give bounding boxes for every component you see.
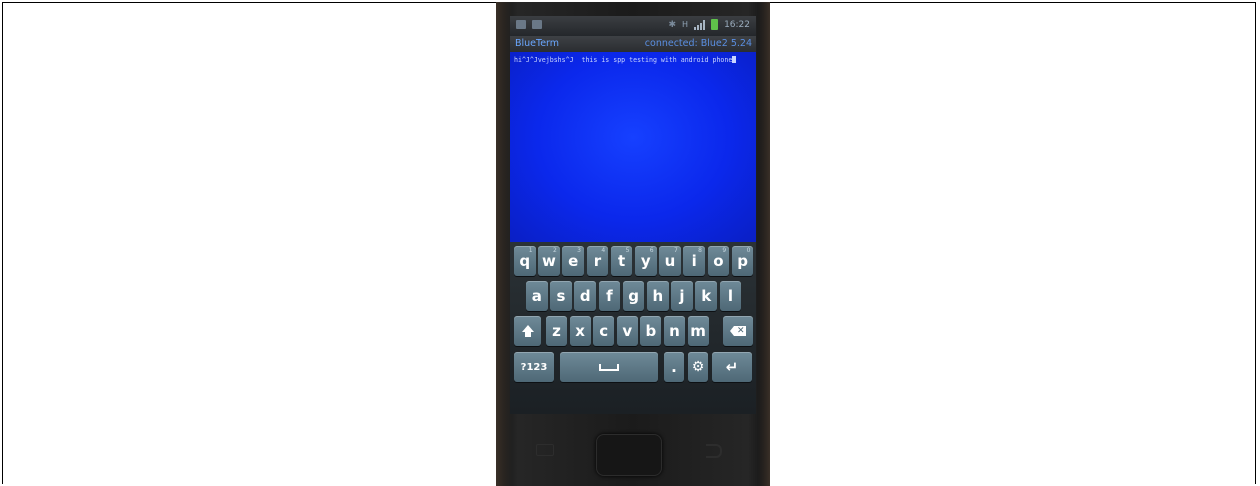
key-hint: 5 — [625, 247, 630, 254]
phone-bottom-bezel — [510, 414, 756, 486]
key-hint: 6 — [649, 247, 654, 254]
key-a[interactable]: a — [526, 281, 548, 311]
terminal-area[interactable]: hi^J^Jvejbshs^J this is spp testing with… — [510, 52, 756, 242]
status-time: 16:22 — [724, 19, 750, 30]
connection-status: connected: Blue2 5.24 — [644, 38, 752, 49]
key-c[interactable]: c — [593, 316, 615, 346]
key-f[interactable]: f — [598, 281, 621, 311]
key-o[interactable]: o9 — [707, 246, 730, 276]
key-s[interactable]: s — [550, 281, 572, 311]
menu-button[interactable] — [536, 444, 554, 456]
phone-body: ✱ H 16:22 BlueTerm connected: Blue2 5.24… — [496, 2, 770, 486]
shift-icon — [521, 324, 534, 337]
key-t[interactable]: t5 — [610, 246, 633, 276]
camera-icon — [532, 20, 542, 29]
key-hint: 9 — [722, 247, 727, 254]
symbols-key[interactable]: ?123 — [514, 352, 554, 382]
backspace-key[interactable]: ✕ — [723, 316, 753, 346]
app-title-bar: BlueTerm connected: Blue2 5.24 — [510, 36, 756, 52]
key-u[interactable]: u7 — [659, 246, 681, 276]
key-l[interactable]: l — [719, 281, 742, 311]
settings-gear-icon: ⚙ — [691, 359, 705, 375]
key-hint: 3 — [577, 247, 581, 254]
key-hint: 0 — [746, 247, 751, 254]
space-key[interactable] — [560, 352, 658, 382]
keyboard-row-4: ?123 . ⚙ ↵ — [510, 352, 756, 386]
key-k[interactable]: k — [695, 281, 717, 311]
h-network-icon: H — [682, 19, 689, 29]
enter-key[interactable]: ↵ — [712, 352, 752, 382]
home-button[interactable] — [596, 434, 662, 476]
space-icon — [599, 363, 619, 371]
status-bar: ✱ H 16:22 — [510, 16, 756, 36]
app-title: BlueTerm — [515, 38, 560, 49]
soft-keyboard: q1w2e3r4t5y6u7i8o9p0 asdfghjkl ✕ zxcvbnm… — [510, 242, 756, 414]
key-w[interactable]: w2 — [538, 246, 560, 276]
key-n[interactable]: n — [664, 316, 685, 346]
key-label: r — [593, 252, 602, 270]
key-m[interactable]: m — [687, 316, 709, 346]
key-label: i — [691, 252, 697, 270]
key-p[interactable]: p0 — [731, 246, 754, 276]
terminal-output: hi^J^Jvejbshs^J this is spp testing with… — [514, 56, 752, 64]
key-g[interactable]: g — [622, 281, 645, 311]
key-label: p — [737, 252, 748, 270]
enter-icon: ↵ — [725, 358, 739, 376]
bluetooth-icon: ✱ — [668, 19, 677, 30]
key-hint: 4 — [601, 247, 606, 254]
period-key[interactable]: . — [664, 352, 684, 382]
key-label: u — [664, 252, 676, 270]
key-r[interactable]: r4 — [586, 246, 609, 276]
key-z[interactable]: z — [546, 316, 567, 346]
key-y[interactable]: y6 — [635, 246, 657, 276]
key-v[interactable]: v — [616, 316, 638, 346]
keyboard-row-1: q1w2e3r4t5y6u7i8o9p0 — [510, 246, 756, 280]
key-i[interactable]: i8 — [683, 246, 705, 276]
keyboard-row-2: asdfghjkl — [510, 281, 756, 315]
key-label: e — [568, 252, 579, 270]
phone-screen: ✱ H 16:22 BlueTerm connected: Blue2 5.24… — [510, 16, 756, 414]
battery-icon — [711, 19, 719, 30]
key-label: t — [618, 252, 626, 270]
keyboard-row-3: ✕ zxcvbnm — [510, 316, 756, 350]
key-b[interactable]: b — [640, 316, 662, 346]
key-j[interactable]: j — [671, 281, 693, 311]
terminal-text: hi^J^Jvejbshs^J this is spp testing with… — [514, 56, 733, 64]
key-hint: 8 — [698, 247, 702, 254]
key-label: o — [713, 252, 724, 270]
back-button[interactable] — [706, 444, 722, 458]
key-label: q — [519, 252, 531, 270]
gallery-icon — [516, 20, 526, 29]
text-cursor — [732, 56, 737, 63]
key-hint: 7 — [673, 247, 678, 254]
key-label: y — [640, 252, 651, 270]
key-label: w — [542, 252, 556, 270]
key-d[interactable]: d — [574, 281, 596, 311]
key-h[interactable]: h — [647, 281, 669, 311]
key-e[interactable]: e3 — [562, 246, 584, 276]
signal-icon — [694, 19, 706, 30]
shift-key[interactable] — [514, 316, 541, 346]
key-q[interactable]: q1 — [514, 246, 536, 276]
backspace-icon: ✕ — [730, 326, 746, 336]
key-hint: 1 — [528, 247, 533, 254]
settings-key[interactable]: ⚙ — [688, 352, 708, 382]
key-hint: 2 — [552, 247, 557, 254]
key-x[interactable]: x — [569, 316, 591, 346]
